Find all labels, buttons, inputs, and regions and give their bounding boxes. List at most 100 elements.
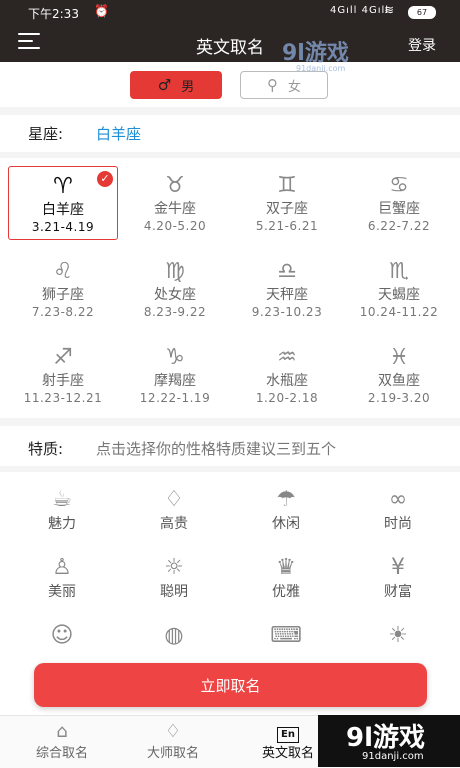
- zodiac-name: 双鱼座: [378, 373, 420, 389]
- status-time: 下午2:33: [28, 7, 79, 21]
- zodiac-name: 双子座: [266, 201, 308, 217]
- divider: [0, 107, 460, 115]
- gender-male-label: 男: [181, 79, 195, 95]
- trait-icon: ☼: [164, 555, 184, 580]
- zodiac-dates: 11.23-12.21: [23, 391, 103, 405]
- zodiac-name: 狮子座: [42, 287, 84, 303]
- zodiac-dates: 3.21-4.19: [31, 220, 95, 234]
- watermark-text: 9l游戏: [282, 41, 349, 66]
- zodiac-dates: 1.20-2.18: [255, 391, 319, 405]
- zodiac-dates: 6.22-7.22: [367, 219, 431, 233]
- zodiac-name: 摩羯座: [154, 373, 196, 389]
- watermark-text: 9l游戏: [346, 723, 426, 753]
- trait-name: 财富: [384, 584, 412, 600]
- zodiac-symbol-icon: ♑: [165, 345, 185, 370]
- tab-label: 大师取名: [146, 746, 199, 761]
- top-navbar: 英文取名 登录: [0, 24, 460, 62]
- zodiac-item[interactable]: ♒ 水瓶座 1.20-2.18: [232, 338, 342, 412]
- gender-male-button[interactable]: ♂ 男: [130, 71, 222, 99]
- divider: [0, 152, 460, 158]
- divider: [0, 418, 460, 426]
- zodiac-name: 处女座: [154, 287, 196, 303]
- zodiac-item[interactable]: ♉ 金牛座 4.20-5.20: [120, 166, 230, 240]
- zodiac-name: 天秤座: [266, 287, 308, 303]
- trait-item[interactable]: ☼ 聪明: [134, 554, 214, 616]
- diamond-icon: ♢: [164, 721, 182, 742]
- zodiac-name: 天蝎座: [378, 287, 420, 303]
- trait-name: 美丽: [48, 584, 76, 600]
- zodiac-name: 射手座: [42, 373, 84, 389]
- check-icon: ✓: [97, 171, 113, 187]
- trait-name: 时尚: [384, 516, 412, 532]
- male-icon: ♂: [157, 76, 172, 94]
- zodiac-item[interactable]: ♋ 巨蟹座 6.22-7.22: [344, 166, 454, 240]
- zodiac-dates: 8.23-9.22: [143, 305, 207, 319]
- gender-female-label: 女: [287, 79, 301, 95]
- trait-icon: ☂: [276, 487, 296, 512]
- trait-item[interactable]: ∞ 时尚: [358, 486, 438, 548]
- zodiac-symbol-icon: ♒: [277, 345, 297, 370]
- zodiac-dates: 12.22-1.19: [139, 391, 211, 405]
- traits-label: 特质:: [28, 440, 64, 458]
- english-icon: En: [277, 727, 299, 743]
- watermark-sub: 91danji.com: [362, 751, 424, 762]
- zodiac-name: 水瓶座: [266, 373, 308, 389]
- tab-master-naming[interactable]: ♢ 大师取名: [123, 716, 223, 768]
- zodiac-symbol-icon: ♌: [53, 259, 73, 284]
- zodiac-symbol-icon: ♋: [389, 173, 409, 198]
- trait-icon: ∞: [388, 487, 408, 512]
- trait-item[interactable]: ♢ 高贵: [134, 486, 214, 548]
- zodiac-item[interactable]: ♐ 射手座 11.23-12.21: [8, 338, 118, 412]
- submit-name-button[interactable]: 立即取名: [34, 663, 427, 707]
- trait-item[interactable]: ☂ 休闲: [246, 486, 326, 548]
- gender-female-button[interactable]: ⚲ 女: [240, 71, 328, 99]
- zodiac-item[interactable]: ♍ 处女座 8.23-9.22: [120, 252, 230, 326]
- zodiac-item[interactable]: ♎ 天秤座 9.23-10.23: [232, 252, 342, 326]
- zodiac-item[interactable]: ♏ 天蝎座 10.24-11.22: [344, 252, 454, 326]
- zodiac-name: 巨蟹座: [378, 201, 420, 217]
- trait-icon: ☕: [52, 487, 72, 512]
- zodiac-item[interactable]: ♑ 摩羯座 12.22-1.19: [120, 338, 230, 412]
- trait-icon: ♙: [52, 555, 72, 580]
- trait-icon: ♢: [164, 487, 184, 512]
- traits-hint: 点击选择你的性格特质建议三到五个: [96, 440, 337, 458]
- trait-icon: ♛: [276, 555, 296, 580]
- trait-name: 休闲: [272, 516, 300, 532]
- tab-general-naming[interactable]: ⌂ 综合取名: [12, 716, 112, 768]
- zodiac-symbol-icon: ♉: [165, 173, 185, 198]
- zodiac-symbol-icon: ♍: [165, 259, 185, 284]
- trait-name: 高贵: [160, 516, 188, 532]
- trait-name: 优雅: [272, 584, 300, 600]
- trait-item[interactable]: ¥ 财富: [358, 554, 438, 616]
- trait-item[interactable]: ♛ 优雅: [246, 554, 326, 616]
- house-icon: ⌂: [56, 721, 68, 742]
- zodiac-dates: 5.21-6.21: [255, 219, 319, 233]
- zodiac-dates: 7.23-8.22: [31, 305, 95, 319]
- zodiac-dates: 2.19-3.20: [367, 391, 431, 405]
- zodiac-symbol-icon: ♊: [277, 173, 297, 198]
- zodiac-item[interactable]: ♓ 双鱼座 2.19-3.20: [344, 338, 454, 412]
- zodiac-item[interactable]: ♌ 狮子座 7.23-8.22: [8, 252, 118, 326]
- alarm-icon: ⏰: [94, 4, 109, 18]
- zodiac-dates: 4.20-5.20: [143, 219, 207, 233]
- trait-name: 魅力: [48, 516, 76, 532]
- zodiac-item[interactable]: ♈ 白羊座 3.21-4.19 ✓: [8, 166, 118, 240]
- status-bar: 下午2:33 ⏰ 4Gıll 4Gıll ≋ 67: [0, 0, 460, 24]
- trait-item[interactable]: ♙ 美丽: [22, 554, 102, 616]
- page-title: 英文取名: [196, 38, 264, 58]
- tab-label: 综合取名: [35, 746, 88, 761]
- watermark-banner: 9l游戏 91danji.com: [318, 715, 460, 767]
- trait-item[interactable]: ☕ 魅力: [22, 486, 102, 548]
- login-button[interactable]: 登录: [408, 35, 436, 55]
- zodiac-dates: 10.24-11.22: [359, 305, 439, 319]
- zodiac-symbol-icon: ♐: [53, 345, 73, 370]
- zodiac-symbol-icon: ♎: [277, 259, 297, 284]
- zodiac-symbol-icon: ♏: [389, 259, 409, 284]
- constellation-value: 白羊座: [96, 125, 142, 143]
- zodiac-item[interactable]: ♊ 双子座 5.21-6.21: [232, 166, 342, 240]
- trait-icon: ¥: [391, 555, 405, 580]
- trait-icon: ⌨: [270, 623, 302, 648]
- zodiac-dates: 9.23-10.23: [251, 305, 323, 319]
- watermark-logo: 9l游戏 91danji.com: [282, 35, 349, 73]
- female-icon: ⚲: [266, 76, 278, 94]
